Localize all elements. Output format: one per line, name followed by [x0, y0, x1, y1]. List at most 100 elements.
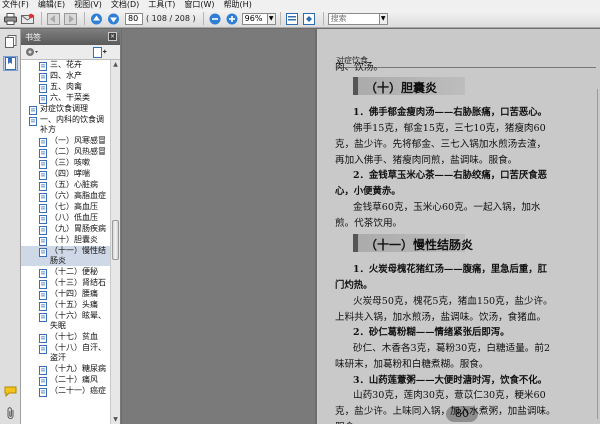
bookmark-item[interactable]: （九）胃肠疾病 — [21, 224, 111, 235]
body-text-line: 服食。 — [335, 419, 364, 424]
bookmark-label: （十九）糖尿病 — [50, 364, 106, 373]
bookmark-label: （三）咳嗽 — [50, 158, 90, 167]
bookmark-tree: 三、花卉 四、水产五、肉禽六、干菜类对症饮食调理 一、内科的饮食调补方 （一）风寒感冒… — [21, 60, 111, 424]
menu-document[interactable]: 文档(D) — [111, 0, 139, 10]
bookmark-item[interactable]: 对症饮食调理 — [21, 104, 111, 115]
bookmark-label: （十八）自汗、盗汗 — [50, 343, 106, 362]
next-page-icon[interactable] — [106, 12, 120, 25]
bookmark-page-icon — [39, 247, 47, 257]
comments-icon[interactable] — [3, 384, 18, 399]
bookmarks-scrollbar[interactable]: ▲ ▼ — [110, 60, 120, 424]
bookmarks-panel-icon[interactable] — [3, 56, 18, 71]
scroll-up-icon[interactable]: ▲ — [111, 60, 120, 69]
forward-page-icon[interactable] — [63, 12, 77, 25]
bookmark-item[interactable]: 六、干菜类 — [21, 93, 111, 104]
bookmark-item[interactable]: （二十）痛风 — [21, 375, 111, 386]
menu-file[interactable]: 文件(F) — [2, 0, 29, 10]
bookmarks-panel-header: 书签 × — [21, 29, 120, 45]
bookmark-page-icon — [39, 159, 47, 169]
bookmark-label: （二十）痛风 — [50, 375, 98, 384]
bookmark-item[interactable]: 一、内科的饮食调补方 — [21, 115, 111, 135]
bookmark-page-icon — [39, 214, 47, 224]
bookmark-item[interactable]: （十四）腰痛 — [21, 289, 111, 300]
page-count: ( 108 / 208 ) — [146, 14, 196, 23]
bookmark-item[interactable]: （十三）肾结石 — [21, 278, 111, 289]
bookmark-page-icon — [29, 105, 37, 115]
menu-window[interactable]: 窗口(W) — [184, 0, 214, 10]
menu-help[interactable]: 帮助(H) — [224, 0, 252, 10]
bookmark-item[interactable]: （四）哮喘 — [21, 169, 111, 180]
zoom-input[interactable] — [241, 12, 268, 25]
search-dropdown-icon[interactable]: ▼ — [379, 12, 388, 25]
bookmark-page-icon — [39, 83, 47, 93]
document-view[interactable]: 对症饮食 80 肉、饮汤。 （十）胆囊炎 1．佛手郁金瘦肉汤——右胁胀痛，口苦恶心。… — [122, 29, 600, 424]
menu-view[interactable]: 视图(V) — [74, 0, 102, 10]
bookmark-page-icon — [39, 236, 47, 246]
bookmark-label: （五）心脏病 — [50, 180, 98, 189]
recipe-title-line: 1．佛手郁金瘦肉汤——右胁胀痛，口苦恶心。 — [353, 107, 548, 118]
toolbar-separator — [84, 12, 85, 25]
bookmark-label: 一、内科的饮食调补方 — [40, 115, 104, 134]
bookmark-item[interactable]: （五）心脏病 — [21, 180, 111, 191]
bookmark-label: 六、干菜类 — [50, 93, 90, 102]
bookmark-page-icon — [39, 312, 47, 322]
bookmark-item[interactable]: （十七）贫血 — [21, 332, 111, 343]
fit-width-icon[interactable] — [302, 12, 316, 25]
bookmark-label: 四、水产 — [50, 71, 82, 80]
bookmark-item[interactable]: （二）风热感冒 — [21, 147, 111, 158]
bookmark-item[interactable]: （七）高血压 — [21, 202, 111, 213]
zoom-in-icon[interactable] — [225, 12, 239, 25]
bookmark-page-icon — [39, 365, 47, 375]
new-bookmark-icon[interactable] — [93, 46, 107, 58]
bookmark-label: （十二）便秘 — [50, 267, 98, 276]
body-text-line: 砂仁、木香各3克，葛粉30克，白糖适量。前2 — [353, 343, 551, 354]
bookmark-item[interactable]: （二十一）癌症 — [21, 386, 111, 397]
bookmark-item[interactable]: （三）咳嗽 — [21, 158, 111, 169]
bookmark-page-icon — [39, 387, 47, 397]
bookmark-label: （十）胆囊炎 — [50, 235, 98, 244]
bookmark-item[interactable]: （十一）慢性结肠炎 — [21, 246, 111, 266]
menu-tools[interactable]: 工具(T) — [148, 0, 175, 10]
bookmark-item[interactable]: 三、花卉 — [21, 60, 111, 71]
bookmark-item[interactable]: 五、肉禽 — [21, 82, 111, 93]
bookmark-page-icon — [39, 61, 47, 71]
search-input[interactable] — [327, 12, 380, 25]
scroll-down-icon[interactable]: ▼ — [111, 415, 120, 424]
bookmark-item[interactable]: （六）高脂血症 — [21, 191, 111, 202]
bookmark-label: 五、肉禽 — [50, 82, 82, 91]
bookmark-item[interactable]: （八）低血压 — [21, 213, 111, 224]
zoom-out-icon[interactable] — [208, 12, 222, 25]
menu-bar: 文件(F) 编辑(E) 视图(V) 文档(D) 工具(T) 窗口(W) 帮助(H… — [0, 0, 600, 10]
previous-page-icon[interactable] — [89, 12, 103, 25]
bookmark-page-icon — [39, 376, 47, 386]
menu-edit[interactable]: 编辑(E) — [38, 0, 65, 10]
bookmark-item[interactable]: （十六）眩晕、失眠 — [21, 311, 111, 331]
print-icon[interactable] — [3, 12, 17, 25]
scrollbar-thumb[interactable] — [112, 220, 119, 260]
recipe-title-line: 心，小便黄赤。 — [335, 186, 401, 197]
zoom-dropdown-icon[interactable]: ▼ — [267, 12, 276, 25]
options-icon[interactable] — [25, 47, 39, 57]
bookmark-item[interactable]: （十）胆囊炎 — [21, 235, 111, 246]
body-text-line: 佛手15克，郁金15克，三七10克，猪瘦肉60 — [353, 123, 546, 134]
bookmark-item[interactable]: （一）风寒感冒 — [21, 136, 111, 147]
bookmark-item[interactable]: （十九）糖尿病 — [21, 364, 111, 375]
email-icon[interactable] — [20, 12, 34, 25]
back-page-icon[interactable] — [46, 12, 60, 25]
pages-panel-icon[interactable] — [3, 34, 18, 49]
body-text-line: 再加入佛手、猪瘦肉同煎，盐调味。服食。 — [335, 155, 518, 166]
toolbar-separator — [279, 12, 281, 25]
close-icon[interactable]: × — [108, 32, 117, 41]
bookmark-item[interactable]: （十八）自汗、盗汗 — [21, 343, 111, 363]
bookmark-item[interactable]: （十五）头痛 — [21, 300, 111, 311]
bookmark-page-icon — [39, 148, 47, 158]
fit-page-icon[interactable] — [285, 12, 299, 25]
bookmark-page-icon — [39, 170, 47, 180]
body-text-line: 上料共入锅，加水煎汤，盐调味。饮汤，食猪血。 — [335, 312, 547, 323]
page-number-input[interactable] — [125, 12, 143, 25]
bookmark-item[interactable]: （十二）便秘 — [21, 267, 111, 278]
bookmark-label: （二十一）癌症 — [50, 386, 106, 395]
bookmark-item[interactable]: 四、水产 — [21, 71, 111, 82]
attachments-icon[interactable] — [3, 406, 18, 421]
recipe-title-line: 2．金钱草玉米心茶——右胁绞痛，口苦厌食恶 — [353, 170, 548, 181]
